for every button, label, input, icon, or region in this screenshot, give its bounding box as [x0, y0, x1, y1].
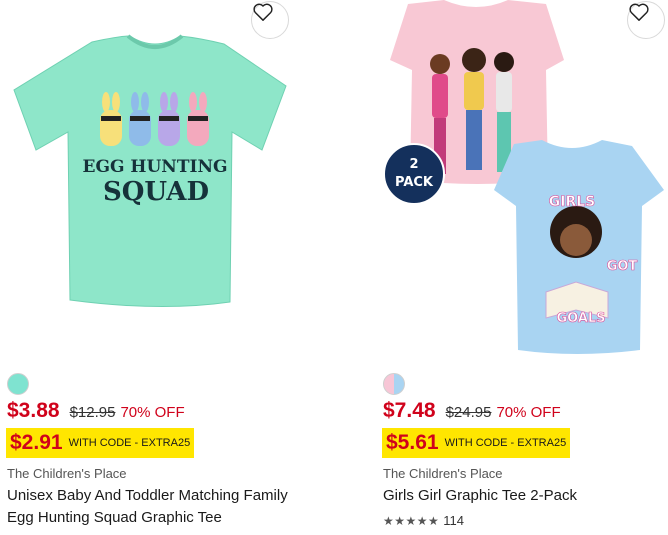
price-row: $3.88 $12.95 70% OFF: [7, 399, 185, 423]
graphic-text-goals: GOALS: [556, 311, 605, 326]
sale-price: $7.48: [383, 399, 436, 422]
color-swatch-pink-blue[interactable]: [383, 373, 405, 395]
graphic-text-line1: EGG HUNTING: [83, 157, 228, 177]
sale-price: $3.88: [7, 399, 60, 422]
heart-outline-icon: [629, 3, 649, 21]
product-title[interactable]: Unisex Baby And Toddler Matching Family …: [7, 485, 307, 529]
girls-graphic: [430, 48, 514, 174]
product-image[interactable]: GIRLS GOT GOALS 2 PACK: [376, 0, 668, 360]
heart-outline-icon: [253, 3, 273, 21]
rating[interactable]: ★★★★★ 114: [383, 513, 464, 528]
brand-name: The Children's Place: [7, 466, 127, 481]
graphic-text-girls: GIRLS: [549, 194, 595, 210]
promo-code: EXTRA25: [517, 437, 567, 449]
favorite-button[interactable]: [251, 1, 289, 39]
star-icon: ★★★★★: [383, 513, 440, 528]
promo-banner: $2.91 WITH CODE - EXTRA25: [6, 428, 195, 458]
tee-illustration: GIRLS GOT GOALS 2 PACK: [383, 0, 664, 354]
original-price: $24.95: [445, 404, 492, 421]
promo-code: EXTRA25: [141, 437, 191, 449]
discount-label: 70% OFF: [120, 404, 185, 421]
product-title[interactable]: Girls Girl Graphic Tee 2-Pack: [383, 485, 668, 507]
svg-text:2: 2: [409, 157, 418, 172]
graphic-text-got: GOT: [607, 259, 638, 274]
two-pack-badge: 2 PACK: [383, 143, 445, 205]
graphic-text-line2: SQUAD: [103, 177, 209, 207]
original-price: $12.95: [69, 404, 116, 421]
product-card-egg-hunting-tee[interactable]: EGG HUNTING SQUAD $3.88 $12.95 70% OFF $…: [0, 0, 300, 535]
promo-banner: $5.61 WITH CODE - EXTRA25: [382, 428, 571, 458]
promo-text: WITH CODE - EXTRA25: [68, 437, 191, 449]
discount-label: 70% OFF: [496, 404, 561, 421]
price-row: $7.48 $24.95 70% OFF: [383, 399, 561, 423]
svg-text:PACK: PACK: [395, 175, 434, 190]
color-swatch-mint[interactable]: [7, 373, 29, 395]
promo-price: $5.61: [386, 431, 439, 454]
promo-price: $2.91: [10, 431, 63, 454]
product-image[interactable]: EGG HUNTING SQUAD: [0, 0, 300, 360]
favorite-button[interactable]: [627, 1, 665, 39]
product-card-girls-tee-2-pack[interactable]: GIRLS GOT GOALS 2 PACK $7.48 $24.95 70% …: [376, 0, 668, 535]
promo-text: WITH CODE - EXTRA25: [444, 437, 567, 449]
review-count: 114: [443, 513, 465, 528]
tee-illustration: EGG HUNTING SQUAD: [13, 34, 287, 308]
brand-name: The Children's Place: [383, 466, 503, 481]
